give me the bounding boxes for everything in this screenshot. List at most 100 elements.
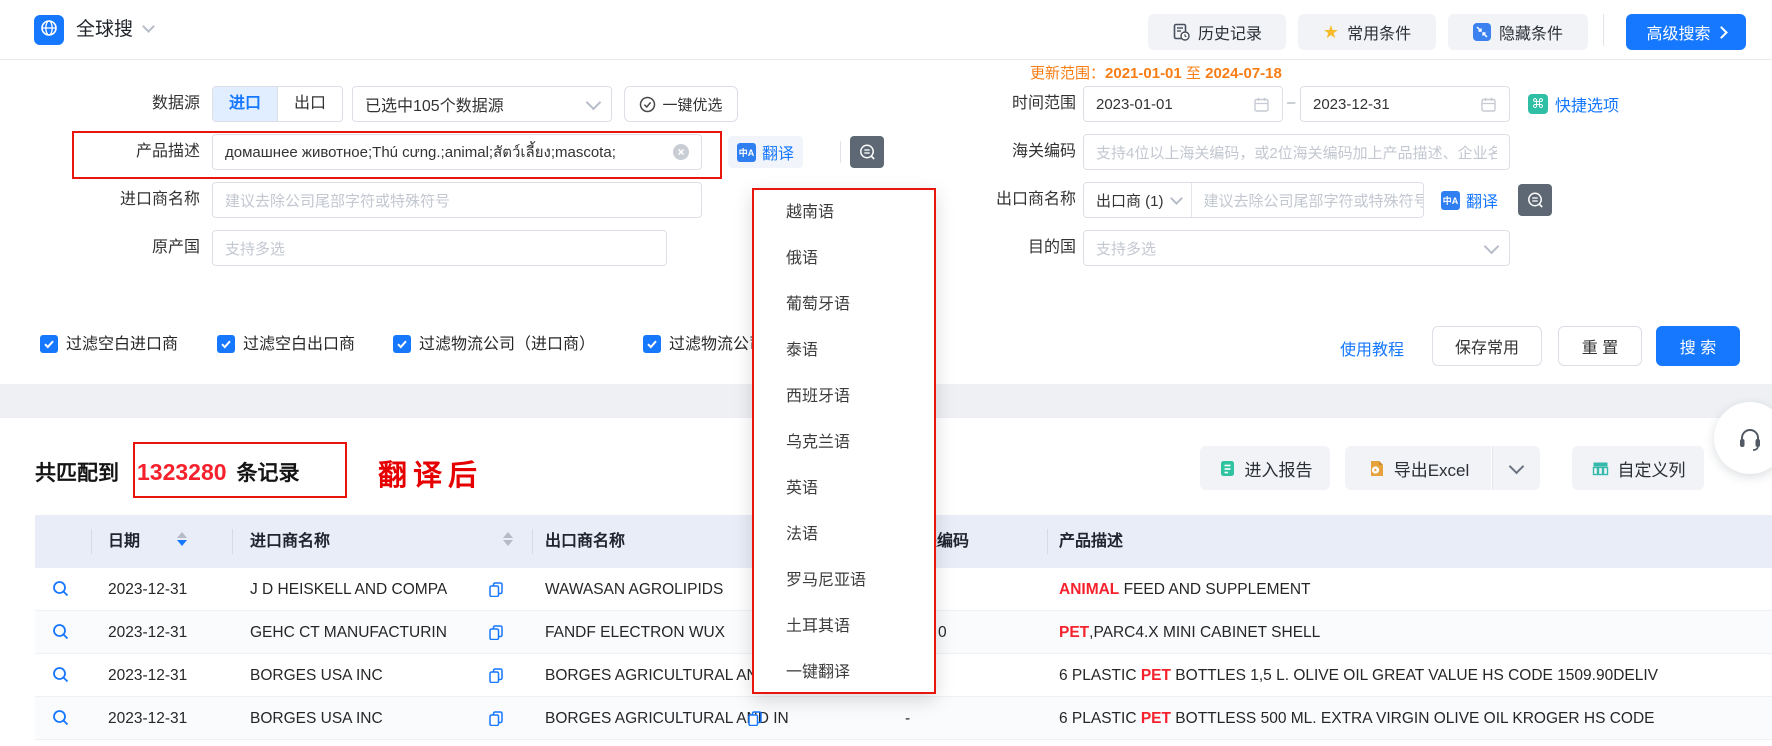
history-button[interactable]: 历史记录 (1148, 14, 1286, 50)
sort-control-importer[interactable] (503, 532, 513, 546)
tab-import[interactable]: 进口 (213, 87, 277, 121)
results-count-line: 共匹配到 1323280 条记录 (35, 456, 300, 488)
cell-hscode: - (905, 697, 910, 740)
origin-country-label: 原产国 (60, 230, 200, 266)
favorites-button[interactable]: ★ 常用条件 (1298, 14, 1436, 50)
app-title-chevron-down-icon[interactable] (142, 20, 155, 33)
enter-report-button[interactable]: 进入报告 (1200, 446, 1330, 490)
keyword-highlight: ANIMAL (1059, 581, 1119, 598)
hide-conditions-button[interactable]: 隐藏条件 (1448, 14, 1588, 50)
column-divider (1047, 529, 1048, 554)
sort-control-date[interactable] (177, 532, 187, 546)
one-click-optimize-button[interactable]: 一键优选 (624, 86, 738, 122)
favorites-label: 常用条件 (1347, 20, 1411, 44)
exporter-type-value: 出口商 (1) (1096, 190, 1164, 211)
exporter-match-settings-button[interactable] (1518, 184, 1552, 216)
translate-button[interactable]: 中A 翻译 (728, 136, 803, 168)
menu-item-language[interactable]: 越南语 (754, 190, 934, 236)
copy-icon[interactable] (488, 624, 504, 645)
destination-country-select[interactable]: 支持多选 (1083, 230, 1510, 266)
tutorial-link[interactable]: 使用教程 (1340, 336, 1404, 360)
exporter-type-select[interactable]: 出口商 (1) (1084, 183, 1192, 217)
column-header-date[interactable]: 日期 (108, 515, 140, 568)
tab-export[interactable]: 出口 (277, 87, 342, 121)
app-title[interactable]: 全球搜 (76, 17, 133, 43)
chevron-down-icon (1509, 458, 1525, 474)
cell-date: 2023-12-31 (108, 611, 187, 654)
advanced-search-label: 高级搜索 (1646, 20, 1710, 44)
copy-icon[interactable] (488, 581, 504, 602)
one-click-optimize-label: 一键优选 (662, 94, 722, 115)
importer-input[interactable]: 建议去除公司尾部字符或特殊符号 (212, 182, 702, 218)
cell-hscode: 0 (938, 611, 947, 654)
row-search-icon[interactable] (52, 666, 70, 689)
column-header-exporter[interactable]: 出口商名称 (545, 515, 625, 568)
copy-icon[interactable] (488, 667, 504, 688)
menu-item-language[interactable]: 罗马尼亚语 (754, 558, 934, 604)
column-header-importer[interactable]: 进口商名称 (250, 515, 330, 568)
exporter-placeholder[interactable]: 建议去除公司尾部字符或特殊符号 (1192, 190, 1423, 211)
filter-checkbox[interactable] (643, 335, 661, 353)
origin-country-select[interactable]: 支持多选 (212, 230, 667, 266)
check-circle-icon (639, 96, 656, 113)
menu-item-language[interactable]: 葡萄牙语 (754, 282, 934, 328)
table-row[interactable]: 2023-12-31 BORGES USA INC BORGES AGRICUL… (35, 697, 1772, 740)
cell-date: 2023-12-31 (108, 654, 187, 697)
export-excel-button[interactable]: 导出Excel (1345, 446, 1491, 490)
row-search-icon[interactable] (52, 709, 70, 732)
results-count-suffix: 条记录 (237, 457, 300, 487)
menu-item-translate-all[interactable]: 一键翻译 (754, 650, 934, 696)
datasource-select[interactable]: 已选中105个数据源 (352, 86, 612, 122)
row-search-icon[interactable] (52, 623, 70, 646)
save-conditions-button[interactable]: 保存常用 (1432, 326, 1542, 366)
translate-icon: 中A (1441, 191, 1460, 210)
destination-placeholder: 支持多选 (1096, 238, 1486, 259)
cell-product-desc: 6 PLASTIC PET BOTTLESS 500 ML. EXTRA VIR… (1059, 697, 1655, 740)
star-icon: ★ (1323, 23, 1339, 41)
copy-icon[interactable] (488, 710, 504, 731)
advanced-search-button[interactable]: 高级搜索 (1626, 14, 1746, 50)
enter-report-label: 进入报告 (1245, 456, 1313, 481)
date-start-input[interactable]: 2023-01-01 (1083, 86, 1283, 122)
top-bar: 全球搜 历史记录 ★ 常用条件 隐藏条件 高级搜索 (0, 0, 1772, 60)
cell-product-desc: 6 PLASTIC PET BOTTLES 1,5 L. OLIVE OIL G… (1059, 654, 1658, 697)
chevron-down-icon (1170, 192, 1183, 205)
clear-icon[interactable] (673, 144, 689, 160)
menu-item-language[interactable]: 法语 (754, 512, 934, 558)
export-excel-dropdown-button[interactable] (1492, 446, 1540, 490)
cell-importer: BORGES USA INC (250, 654, 383, 697)
filter-checkbox[interactable] (40, 335, 58, 353)
cell-exporter: FANDF ELECTRON WUX (545, 611, 725, 654)
quick-options-link[interactable]: ⌘ 快捷选项 (1528, 86, 1619, 122)
results-count-prefix: 共匹配到 (35, 457, 119, 487)
menu-item-language[interactable]: 俄语 (754, 236, 934, 282)
filter-checkbox[interactable] (217, 335, 235, 353)
cell-importer: GEHC CT MANUFACTURIN (250, 611, 447, 654)
menu-item-language[interactable]: 泰语 (754, 328, 934, 374)
menu-item-language[interactable]: 乌克兰语 (754, 420, 934, 466)
filter-checkbox[interactable] (393, 335, 411, 353)
keyword-highlight: PET (1141, 710, 1171, 727)
sort-up-icon (503, 532, 513, 538)
support-headset-button[interactable] (1714, 402, 1772, 474)
update-range-start: 2021-01-01 (1105, 65, 1182, 82)
hs-code-input[interactable]: 支持4位以上海关编码，或2位海关编码加上产品描述、企业名称的任意信息 (1083, 134, 1510, 170)
date-end-input[interactable]: 2023-12-31 (1300, 86, 1510, 122)
menu-item-language[interactable]: 英语 (754, 466, 934, 512)
keyword-highlight: PET (1141, 667, 1171, 684)
copy-icon[interactable] (747, 710, 763, 731)
reset-button[interactable]: 重 置 (1558, 326, 1642, 366)
menu-item-language[interactable]: 西班牙语 (754, 374, 934, 420)
product-desc-input[interactable]: домашнее животное;Thú cưng.;animal;สัตว์… (212, 134, 702, 170)
cell-product-desc: PET,PARC4.X MINI CABINET SHELL (1059, 611, 1320, 654)
update-range: 更新范围：2021-01-01 至 2024-07-18 (1030, 62, 1282, 82)
column-header-product[interactable]: 产品描述 (1059, 515, 1123, 568)
menu-item-language[interactable]: 土耳其语 (754, 604, 934, 650)
row-search-icon[interactable] (52, 580, 70, 603)
search-button[interactable]: 搜 索 (1656, 326, 1740, 366)
exporter-translate-button[interactable]: 中A 翻译 (1432, 184, 1507, 216)
custom-columns-button[interactable]: 自定义列 (1572, 446, 1704, 490)
match-settings-button[interactable] (850, 136, 884, 168)
hs-code-label: 海关编码 (940, 134, 1076, 170)
keyword-highlight: PET (1059, 624, 1089, 641)
